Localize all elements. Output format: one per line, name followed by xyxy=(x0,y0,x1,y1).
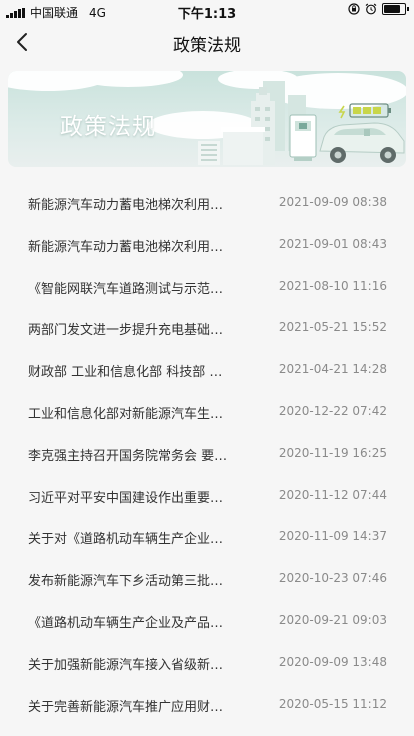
policy-date: 2021-09-01 08:43 xyxy=(278,236,387,251)
banner: 政策法规 xyxy=(8,71,406,167)
policy-list-item[interactable]: 财政部 工业和信息化部 科技部 … 2021-04-21 14:28 xyxy=(0,349,414,391)
policy-title: 李克强主持召开国务院常务会 要… xyxy=(28,448,228,464)
page-title: 政策法规 xyxy=(173,36,241,56)
policy-list-item[interactable]: 关于对《道路机动车辆生产企业… 2020-11-09 14:37 xyxy=(0,516,414,558)
policy-date: 2020-12-22 07:42 xyxy=(278,403,387,418)
policy-title: 财政部 工业和信息化部 科技部 … xyxy=(28,365,223,381)
policy-list-item[interactable]: 关于加强新能源汽车接入省级新… 2020-09-09 13:48 xyxy=(0,642,414,684)
chevron-left-icon xyxy=(17,33,27,51)
policy-date: 2020-09-09 13:48 xyxy=(278,654,387,669)
policy-title: 习近平对平安中国建设作出重要… xyxy=(28,490,224,506)
policy-title: 《智能网联汽车道路测试与示范… xyxy=(28,281,224,297)
policy-date: 2021-04-21 14:28 xyxy=(278,362,387,377)
policy-title: 两部门发文进一步提升充电基础… xyxy=(28,323,224,339)
battery-icon xyxy=(382,3,409,15)
banner-title: 政策法规 xyxy=(60,114,156,140)
alarm-icon xyxy=(365,3,377,15)
policy-date: 2020-09-21 09:03 xyxy=(278,612,387,627)
policy-list-item[interactable]: 关于完善新能源汽车推广应用财… 2020-05-15 11:12 xyxy=(0,684,414,726)
policy-list-item[interactable]: 两部门发文进一步提升充电基础… 2021-05-21 15:52 xyxy=(0,307,414,349)
policy-title: 新能源汽车动力蓄电池梯次利用… xyxy=(28,239,224,255)
policy-date: 2020-05-15 11:12 xyxy=(278,696,387,711)
nav-bar: 政策法规 xyxy=(0,22,414,64)
policy-date: 2020-11-09 14:37 xyxy=(278,529,387,544)
policy-title: 关于对《道路机动车辆生产企业… xyxy=(28,532,224,548)
policy-title: 发布新能源汽车下乡活动第三批… xyxy=(28,574,224,590)
policy-title: 关于完善新能源汽车推广应用财… xyxy=(28,699,224,715)
policy-title: 《道路机动车辆生产企业及产品… xyxy=(28,615,224,631)
policy-list-item[interactable]: 工业和信息化部对新能源汽车生… 2020-12-22 07:42 xyxy=(0,391,414,433)
policy-title: 新能源汽车动力蓄电池梯次利用… xyxy=(28,198,224,213)
policy-list-item[interactable]: 新能源汽车动力蓄电池梯次利用… 2021-09-09 08:38 xyxy=(0,182,414,224)
policy-list: 新能源汽车动力蓄电池梯次利用… 2021-09-09 08:38 新能源汽车动力… xyxy=(0,182,414,725)
policy-list-item[interactable]: 李克强主持召开国务院常务会 要… 2020-11-19 16:25 xyxy=(0,433,414,475)
status-bar: 中国联通 4G 下午1:13 xyxy=(0,0,414,22)
policy-date: 2021-09-09 08:38 xyxy=(278,195,387,209)
policy-title: 工业和信息化部对新能源汽车生… xyxy=(28,406,224,422)
policy-date: 2020-10-23 07:46 xyxy=(278,571,387,586)
battery-level xyxy=(384,5,401,13)
orientation-lock-icon xyxy=(348,3,360,15)
policy-date: 2021-05-21 15:52 xyxy=(278,320,387,335)
policy-date: 2020-11-19 16:25 xyxy=(278,445,387,460)
back-button[interactable] xyxy=(8,26,40,58)
status-right xyxy=(348,3,409,15)
policy-list-item[interactable]: 发布新能源汽车下乡活动第三批… 2020-10-23 07:46 xyxy=(0,558,414,600)
policy-title: 关于加强新能源汽车接入省级新… xyxy=(28,657,224,673)
policy-date: 2021-08-10 11:16 xyxy=(278,278,387,293)
policy-date: 2020-11-12 07:44 xyxy=(278,487,387,502)
policy-list-item[interactable]: 习近平对平安中国建设作出重要… 2020-11-12 07:44 xyxy=(0,475,414,517)
policy-list-item[interactable]: 新能源汽车动力蓄电池梯次利用… 2021-09-01 08:43 xyxy=(0,224,414,266)
policy-list-item[interactable]: 《道路机动车辆生产企业及产品… 2020-09-21 09:03 xyxy=(0,600,414,642)
policy-list-item[interactable]: 《智能网联汽车道路测试与示范… 2021-08-10 11:16 xyxy=(0,266,414,308)
